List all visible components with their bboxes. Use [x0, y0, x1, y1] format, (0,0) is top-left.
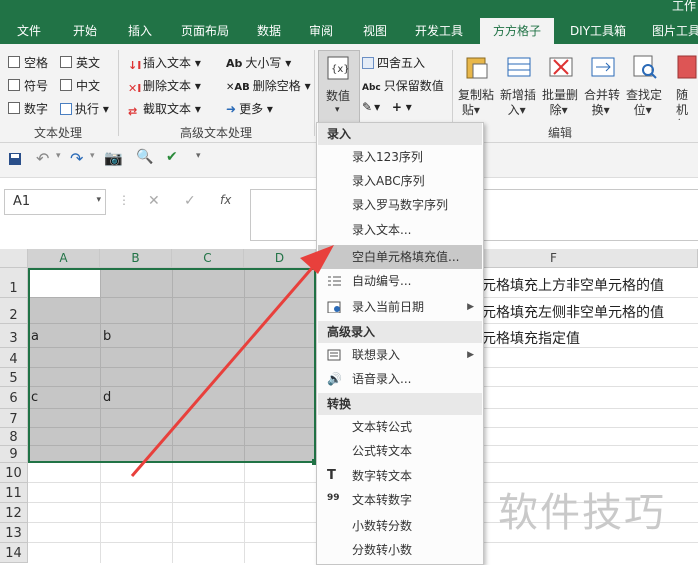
annotation-arrow: [130, 245, 334, 477]
